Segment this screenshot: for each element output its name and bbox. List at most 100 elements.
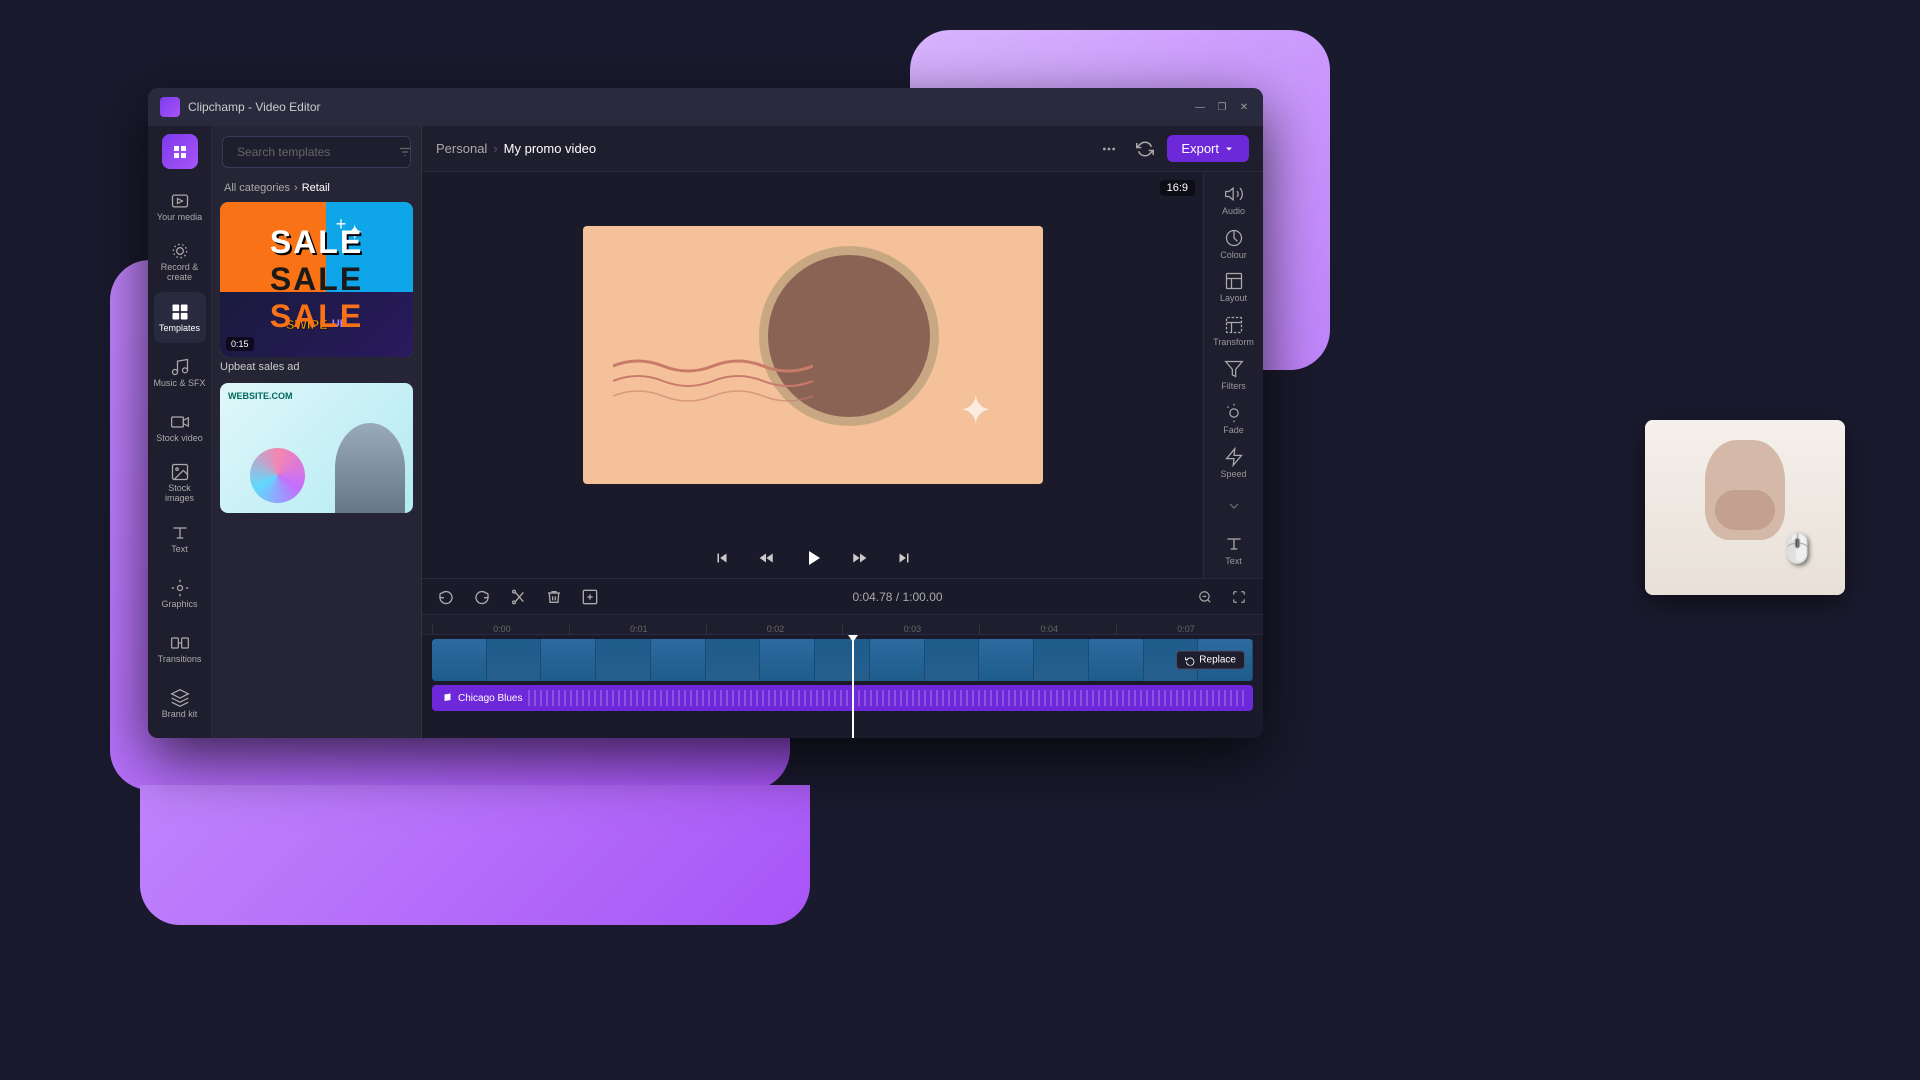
wavy-lines-decoration [613, 346, 813, 406]
sidebar-item-graphics[interactable]: Graphics [154, 568, 206, 619]
video-canvas: ✦ [583, 226, 1043, 484]
delete-button[interactable] [540, 583, 568, 611]
timeline-ruler: 0:00 0:01 0:02 0:03 0:04 0:07 [422, 615, 1263, 635]
video-track[interactable]: Replace [432, 639, 1253, 681]
topbar: Personal › My promo video [422, 126, 1263, 172]
aspect-ratio-badge: 16:9 [1160, 180, 1195, 196]
template-label-sale: Upbeat sales ad [220, 357, 413, 375]
sidebar-label-record-create: Record & create [154, 263, 206, 283]
filter-button[interactable] [398, 140, 412, 164]
current-time: 0:04.78 [852, 590, 892, 604]
right-panel-colour-label: Colour [1220, 250, 1247, 260]
sidebar-label-music-sfx: Music & SFX [154, 379, 206, 389]
sidebar-label-text: Text [171, 545, 188, 555]
right-panel-fade[interactable]: Fade [1209, 399, 1259, 439]
window-title: Clipchamp - Video Editor [188, 100, 1193, 114]
filmstrip [432, 639, 1253, 681]
video-preview: ✦ 16:9 [422, 172, 1203, 538]
sync-button[interactable] [1131, 135, 1159, 163]
playhead[interactable] [852, 635, 854, 738]
filmstrip-frame [760, 639, 815, 681]
breadcrumb-current: Retail [302, 182, 330, 194]
add-media-button[interactable] [576, 583, 604, 611]
sidebar-item-music-sfx[interactable]: Music & SFX [154, 347, 206, 398]
sidebar-item-text[interactable]: Text [154, 513, 206, 564]
template-card-sale[interactable]: + ✦ SALE SALE SALE SWIPE UP 0:15 [220, 202, 413, 375]
person-circle [335, 423, 405, 513]
total-time: 1:00.00 [903, 590, 943, 604]
more-options-button[interactable] [1095, 135, 1123, 163]
video-star-decoration: ✦ [959, 388, 993, 434]
sidebar-label-transitions: Transitions [158, 655, 202, 665]
minimize-button[interactable]: — [1193, 100, 1207, 114]
fullscreen-button[interactable] [1225, 583, 1253, 611]
filmstrip-frame [541, 639, 596, 681]
timeline-time: 0:04.78 / 1:00.00 [612, 590, 1183, 604]
preview-person-content: 🖱️ [1645, 420, 1845, 595]
zoom-out-button[interactable] [1191, 583, 1219, 611]
fast-forward-button[interactable] [845, 543, 875, 573]
maximize-button[interactable]: ❐ [1215, 100, 1229, 114]
breadcrumb-parent[interactable]: All categories [224, 182, 290, 194]
right-panel-audio-label: Audio [1222, 206, 1245, 216]
sidebar-item-stock-video[interactable]: Stock video [154, 402, 206, 453]
right-panel-collapse[interactable] [1209, 486, 1259, 526]
right-panel-transform[interactable]: Transform [1209, 311, 1259, 351]
ruler-mark-2: 0:02 [706, 624, 843, 634]
template-duration-badge: 0:15 [226, 337, 254, 351]
undo-button[interactable] [432, 583, 460, 611]
sale-word-3: SALE [270, 298, 363, 335]
sidebar-item-transitions[interactable]: Transitions [154, 623, 206, 674]
playback-controls [422, 538, 1203, 578]
bg-blob-bottom [140, 785, 810, 925]
preview-section: ✦ 16:9 [422, 172, 1203, 578]
replace-label: Replace [1199, 655, 1236, 666]
time-separator: / [896, 590, 903, 604]
replace-button[interactable]: Replace [1176, 651, 1245, 670]
right-panel-filters[interactable]: Filters [1209, 355, 1259, 395]
filmstrip-frame [815, 639, 870, 681]
skip-forward-button[interactable] [889, 543, 919, 573]
templates-panel: All categories › Retail + ✦ SALE [212, 126, 422, 738]
right-panel-colour[interactable]: Colour [1209, 224, 1259, 264]
sidebar-item-stock-images[interactable]: Stock images [154, 458, 206, 509]
right-panel-audio[interactable]: Audio [1209, 180, 1259, 220]
titlebar: Clipchamp - Video Editor — ❐ ✕ [148, 88, 1263, 126]
sidebar-label-graphics: Graphics [161, 600, 197, 610]
right-panel-layout[interactable]: Layout [1209, 268, 1259, 308]
right-panel-transform-label: Transform [1213, 337, 1254, 347]
holo-circle [250, 448, 305, 503]
right-panel-fade-label: Fade [1223, 425, 1244, 435]
cut-button[interactable] [504, 583, 532, 611]
export-button[interactable]: Export [1167, 135, 1249, 162]
timeline-tracks: Replace Chicago Blues [422, 635, 1263, 738]
right-panel-layout-label: Layout [1220, 293, 1247, 303]
ruler-mark-5: 0:07 [1116, 624, 1253, 634]
sidebar-item-brand-kit[interactable]: Brand kit [154, 679, 206, 730]
timeline-section: 0:04.78 / 1:00.00 [422, 578, 1263, 738]
sidebar-item-record-create[interactable]: Record & create [154, 237, 206, 288]
skip-back-button[interactable] [707, 543, 737, 573]
close-button[interactable]: ✕ [1237, 100, 1251, 114]
ruler-mark-4: 0:04 [979, 624, 1116, 634]
filmstrip-frame [432, 639, 487, 681]
search-input[interactable] [237, 145, 392, 159]
right-panel-speed[interactable]: Speed [1209, 443, 1259, 483]
redo-button[interactable] [468, 583, 496, 611]
rewind-button[interactable] [751, 543, 781, 573]
window-controls: — ❐ ✕ [1193, 100, 1251, 114]
audio-track-label: Chicago Blues [458, 693, 522, 704]
preview-popup: 🖱️ [1645, 420, 1845, 595]
middle-section: ✦ 16:9 [422, 172, 1263, 578]
hands-silhouette [1715, 490, 1775, 530]
play-button[interactable] [795, 540, 831, 576]
sale-text-wrapper: SALE SALE SALE [258, 212, 375, 347]
sidebar-item-your-media[interactable]: Your media [154, 181, 206, 232]
sidebar-item-templates[interactable]: Templates [154, 292, 206, 343]
audio-track[interactable]: Chicago Blues [432, 685, 1253, 711]
template-card-website[interactable]: WEBSITE.COM [220, 383, 413, 513]
sale-word-2: SALE [270, 261, 363, 298]
filmstrip-frame [706, 639, 761, 681]
right-panel-text[interactable]: Text [1209, 530, 1259, 570]
filmstrip-frame [925, 639, 980, 681]
